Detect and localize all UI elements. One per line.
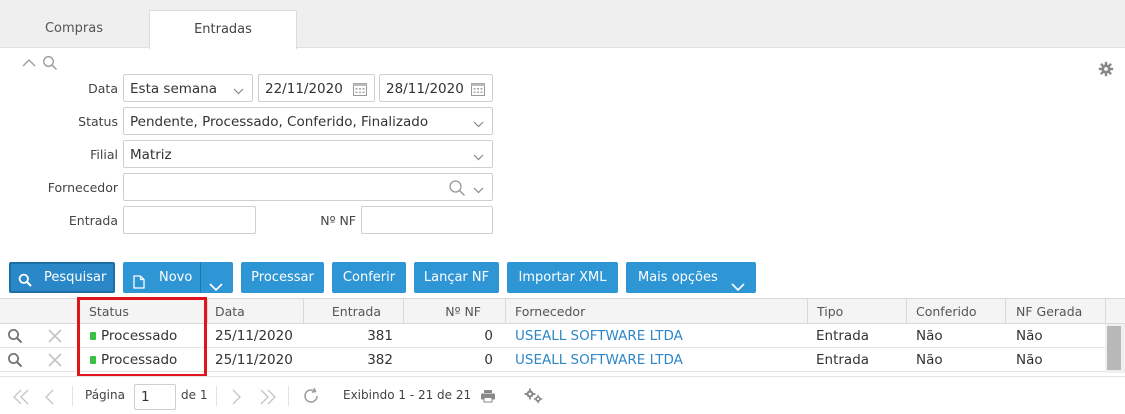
exibindo-text: Exibindo 1 - 21 de 21 bbox=[343, 388, 472, 402]
nf-field[interactable] bbox=[361, 206, 493, 234]
calendar-icon[interactable] bbox=[352, 81, 368, 101]
chevron-down-icon[interactable] bbox=[473, 183, 484, 198]
col-fornecedor[interactable]: Fornecedor bbox=[515, 299, 585, 324]
mais-opcoes-label: Mais opções bbox=[638, 270, 718, 285]
refresh-icon[interactable] bbox=[302, 387, 320, 409]
processar-button[interactable]: Processar bbox=[241, 262, 324, 293]
mais-opcoes-button[interactable]: Mais opções bbox=[626, 262, 756, 293]
pesquisar-label: Pesquisar bbox=[44, 270, 107, 285]
fornecedor-link[interactable]: USEALL SOFTWARE LTDA bbox=[515, 324, 683, 348]
entrada-label: Entrada bbox=[68, 213, 118, 228]
date-from-value: 22/11/2020 bbox=[265, 81, 343, 97]
fornecedor-field[interactable] bbox=[123, 173, 493, 201]
first-page-icon[interactable] bbox=[12, 389, 30, 409]
close-icon[interactable] bbox=[48, 329, 62, 347]
page-input[interactable]: 1 bbox=[134, 384, 176, 410]
period-select[interactable]: Esta semana bbox=[123, 74, 253, 102]
novo-button[interactable]: Novo bbox=[123, 262, 233, 293]
next-page-icon[interactable] bbox=[231, 389, 241, 409]
filial-select[interactable]: Matriz bbox=[123, 140, 493, 168]
conferido-cell: Não bbox=[916, 328, 943, 344]
filial-select-value: Matriz bbox=[130, 147, 172, 163]
nf-cell: 0 bbox=[484, 328, 493, 344]
print-icon[interactable] bbox=[480, 389, 496, 407]
col-nf[interactable]: Nº NF bbox=[405, 299, 481, 324]
data-cell: 25/11/2020 bbox=[215, 328, 293, 344]
status-select-value: Pendente, Processado, Conferido, Finaliz… bbox=[130, 114, 429, 130]
tipo-cell: Entrada bbox=[816, 352, 870, 368]
tipo-cell: Entrada bbox=[816, 328, 870, 344]
page-count: de 1 bbox=[181, 388, 208, 402]
chevron-down-icon bbox=[473, 150, 484, 165]
date-to-value: 28/11/2020 bbox=[386, 81, 464, 97]
search-icon bbox=[18, 270, 32, 297]
calendar-icon[interactable] bbox=[470, 81, 486, 101]
conferido-cell: Não bbox=[916, 352, 943, 368]
tab-bar: Compras Entradas bbox=[0, 0, 1125, 49]
close-icon[interactable] bbox=[48, 353, 62, 371]
tab-entradas[interactable]: Entradas bbox=[149, 10, 297, 49]
nf-gerada-cell: Não bbox=[1016, 352, 1043, 368]
importar-xml-button[interactable]: Importar XML bbox=[507, 262, 618, 293]
gear-icon[interactable] bbox=[1098, 61, 1114, 81]
status-label: Status bbox=[78, 114, 118, 129]
tab-compras[interactable]: Compras bbox=[0, 10, 148, 49]
novo-label: Novo bbox=[159, 270, 193, 285]
conferir-button[interactable]: Conferir bbox=[332, 262, 406, 293]
nf-label: Nº NF bbox=[320, 213, 356, 228]
lancar-nf-button[interactable]: Lançar NF bbox=[414, 262, 499, 293]
search-icon[interactable] bbox=[448, 179, 466, 201]
nf-cell: 0 bbox=[484, 352, 493, 368]
search-icon[interactable] bbox=[42, 55, 58, 75]
date-from-field[interactable]: 22/11/2020 bbox=[258, 74, 375, 102]
col-tipo[interactable]: Tipo bbox=[817, 299, 843, 324]
entrada-cell: 381 bbox=[367, 328, 393, 344]
chevron-down-icon bbox=[473, 117, 484, 132]
search-icon[interactable] bbox=[7, 352, 23, 372]
nf-gerada-cell: Não bbox=[1016, 328, 1043, 344]
status-select[interactable]: Pendente, Processado, Conferido, Finaliz… bbox=[123, 107, 493, 135]
col-data[interactable]: Data bbox=[215, 299, 245, 324]
data-label: Data bbox=[88, 81, 118, 96]
entrada-field[interactable] bbox=[123, 206, 256, 234]
split-divider bbox=[200, 262, 201, 293]
chevron-down-icon bbox=[233, 84, 244, 99]
col-nf-gerada[interactable]: NF Gerada bbox=[1016, 299, 1082, 324]
col-entrada[interactable]: Entrada bbox=[305, 299, 381, 324]
highlight-box bbox=[77, 297, 207, 377]
search-icon[interactable] bbox=[7, 328, 23, 348]
page-label: Página bbox=[85, 388, 125, 402]
entrada-cell: 382 bbox=[367, 352, 393, 368]
filial-label: Filial bbox=[90, 147, 118, 162]
chevron-up-icon[interactable] bbox=[22, 57, 36, 72]
fornecedor-label: Fornecedor bbox=[47, 180, 118, 195]
scrollbar-thumb[interactable] bbox=[1107, 326, 1121, 370]
pager: Página 1 de 1 Exibindo 1 - 21 de 21 bbox=[0, 376, 1125, 414]
col-conferido[interactable]: Conferido bbox=[916, 299, 977, 324]
settings-icon[interactable] bbox=[524, 388, 544, 408]
data-cell: 25/11/2020 bbox=[215, 352, 293, 368]
period-select-value: Esta semana bbox=[130, 81, 218, 97]
prev-page-icon[interactable] bbox=[45, 389, 55, 409]
pesquisar-button[interactable]: Pesquisar bbox=[9, 262, 115, 293]
fornecedor-link[interactable]: USEALL SOFTWARE LTDA bbox=[515, 348, 683, 372]
last-page-icon[interactable] bbox=[259, 389, 277, 409]
date-to-field[interactable]: 28/11/2020 bbox=[379, 74, 493, 102]
